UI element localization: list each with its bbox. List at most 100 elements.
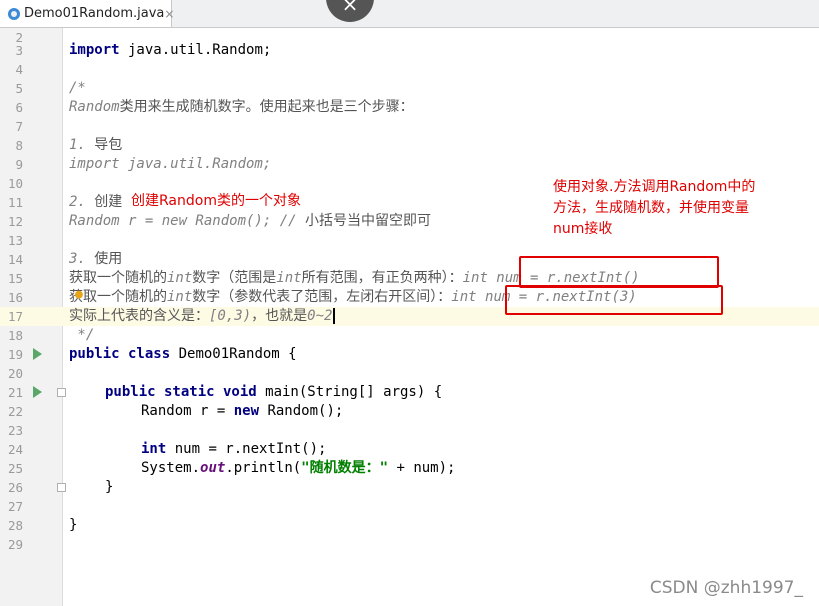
comment-token: 导包	[94, 137, 123, 153]
line-number: 17	[7, 309, 23, 324]
comment-token: 小括号当中留空即可	[305, 213, 432, 229]
code-token: Random r =	[141, 403, 234, 419]
line-number: 9	[15, 157, 23, 172]
code-token: java.util.Random;	[119, 42, 272, 58]
comment-text: 2. 创建	[69, 193, 122, 212]
code-line: 13	[0, 231, 819, 250]
line-number: 28	[7, 518, 23, 533]
comment-token: Random r = new Random(); //	[69, 213, 306, 229]
line-number: 20	[7, 366, 23, 381]
fold-icon[interactable]	[57, 483, 66, 492]
line-number: 16	[7, 290, 23, 305]
line-number: 27	[7, 499, 23, 514]
line-number: 6	[15, 100, 23, 115]
use-note-line-1: 使用对象.方法调用Random中的	[553, 179, 756, 195]
tab-title: Demo01Random.java	[24, 6, 165, 21]
code-line: 4	[0, 60, 819, 79]
code-line: 6 Random类用来生成随机数字。使用起来也是三个步骤：	[0, 98, 819, 117]
lightbulb-icon[interactable]: ●	[75, 287, 83, 302]
static-field: out	[200, 460, 226, 476]
run-main-icon[interactable]	[33, 386, 42, 398]
comment-text: /*	[69, 80, 86, 96]
run-class-icon[interactable]	[33, 348, 42, 360]
line-number: 11	[7, 195, 23, 210]
highlight-box-nextint-range	[505, 285, 723, 315]
code-line: 18 */	[0, 326, 819, 345]
comment-token: 类用来生成随机数字。使用起来也是三个步骤：	[119, 99, 414, 115]
line-number: 14	[7, 252, 23, 267]
line-number: 5	[15, 81, 23, 96]
line-number: 24	[7, 442, 23, 457]
comment-text: 3. 使用	[69, 250, 122, 269]
keyword: new	[233, 403, 260, 419]
line-number: 21	[7, 385, 23, 400]
code-line: 25 System.out.println("随机数是：" + num);	[0, 459, 819, 478]
fold-icon[interactable]	[57, 388, 66, 397]
comment-token: [0,3)	[209, 308, 252, 324]
create-object-note: 创建Random类的一个对象	[131, 193, 301, 209]
comment-token: 3.	[69, 251, 95, 267]
code-text: }	[69, 517, 78, 533]
code-line: 9 import java.util.Random;	[0, 155, 819, 174]
line-number: 29	[7, 537, 23, 552]
code-token: + num);	[388, 460, 456, 476]
string-literal: "随机数是："	[301, 460, 389, 476]
comment-token: 实际上代表的含义是：	[69, 308, 209, 324]
comment-token: 2.	[69, 194, 95, 210]
use-note-line-3: num接收	[553, 221, 613, 237]
comment-text: */	[69, 327, 95, 343]
comment-token: 获取一个随机的	[69, 270, 167, 286]
line-number: 23	[7, 423, 23, 438]
line-number: 8	[15, 138, 23, 153]
line-number: 13	[7, 233, 23, 248]
line-number: 12	[7, 214, 23, 229]
code-line: 23	[0, 421, 819, 440]
comment-text: 1. 导包	[69, 136, 122, 155]
code-token: num = r.nextInt();	[166, 441, 327, 457]
code-text: int num = r.nextInt();	[141, 440, 326, 459]
code-text: System.out.println("随机数是：" + num);	[141, 459, 455, 478]
comment-text: import java.util.Random;	[69, 156, 272, 172]
comment-text: Random类用来生成随机数字。使用起来也是三个步骤：	[69, 98, 414, 117]
comment-token: 0~2	[307, 308, 333, 324]
close-icon: ×	[341, 0, 359, 16]
line-number: 10	[7, 176, 23, 191]
code-line: 3 import java.util.Random;	[0, 41, 819, 60]
line-number: 4	[15, 62, 23, 77]
text-caret	[333, 308, 336, 324]
code-line: 8 1. 导包	[0, 136, 819, 155]
keyword: import	[69, 42, 120, 58]
comment-token: 使用	[94, 251, 123, 267]
line-number: 26	[7, 480, 23, 495]
comment-token: 1.	[69, 137, 95, 153]
code-token: Demo01Random {	[170, 346, 297, 362]
code-text: import java.util.Random;	[69, 41, 271, 60]
line-number: 19	[7, 347, 23, 362]
code-line: 5 /*	[0, 79, 819, 98]
code-line: 27	[0, 497, 819, 516]
code-line: 21 public static void main(String[] args…	[0, 383, 819, 402]
line-number: 25	[7, 461, 23, 476]
keyword: public class	[69, 346, 171, 362]
comment-token: 创建	[94, 194, 123, 210]
comment-token: 数字（范围是	[192, 270, 277, 286]
java-class-icon	[8, 7, 20, 20]
use-note-line-2: 方法，生成随机数，并使用变量	[553, 200, 749, 216]
code-text: public static void main(String[] args) {	[105, 383, 442, 402]
code-text: Random r = new Random();	[141, 402, 343, 421]
line-number: 7	[15, 119, 23, 134]
code-line: 24 int num = r.nextInt();	[0, 440, 819, 459]
keyword: public static void	[105, 384, 257, 400]
editor-tab-bar: Demo01Random.java × ×	[0, 0, 819, 28]
watermark: CSDN @zhh1997_	[649, 578, 803, 598]
code-token: System.	[141, 460, 201, 476]
overlay-close-button[interactable]: ×	[326, 0, 374, 22]
comment-token: 数字（参数代表了范围，左闭右开区间）：	[192, 289, 452, 305]
comment-token: ，也就是	[251, 308, 308, 324]
code-line: 28 }	[0, 516, 819, 535]
code-text: public class Demo01Random {	[69, 345, 297, 364]
line-number: 15	[7, 271, 23, 286]
tab-demo01random[interactable]: Demo01Random.java ×	[0, 0, 174, 27]
line-number: 3	[15, 43, 23, 58]
tab-close-icon[interactable]: ×	[164, 7, 174, 21]
